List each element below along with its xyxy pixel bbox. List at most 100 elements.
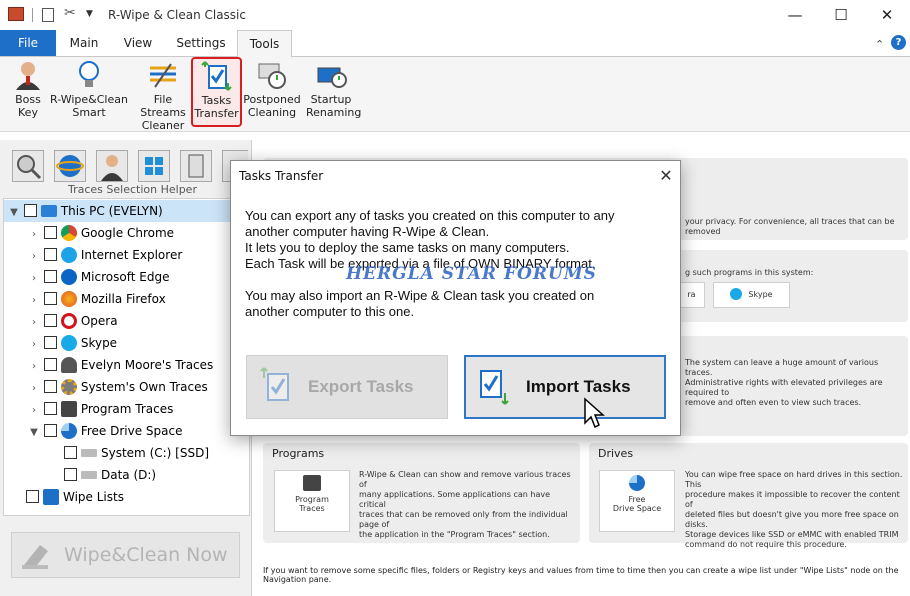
tab-view[interactable]: View [114, 30, 162, 56]
expand-icon[interactable]: › [28, 378, 40, 400]
checkbox[interactable] [43, 336, 57, 349]
free-drive-space-tile[interactable]: Free Drive Space [599, 470, 675, 532]
smart-button[interactable]: R-Wipe&Clean Smart [50, 58, 128, 128]
tree-item-drive-d[interactable]: Data (D:) [4, 464, 249, 486]
expand-icon[interactable]: › [28, 290, 40, 312]
qat-properties-icon[interactable] [42, 8, 54, 22]
tree-item-system-traces[interactable]: › System's Own Traces [4, 376, 249, 398]
tree-item-label: Evelyn Moore's Traces [80, 358, 214, 372]
tree-item-edge[interactable]: › Microsoft Edge [4, 266, 249, 288]
close-button[interactable]: ✕ [864, 0, 910, 30]
tree-item-drive-c[interactable]: System (C:) [SSD] [4, 442, 249, 464]
tree-item-this-pc[interactable]: ▼ This PC (EVELYN) [4, 200, 249, 222]
tab-file[interactable]: File [0, 30, 56, 56]
tree-item-label: Internet Explorer [80, 248, 183, 262]
checkbox[interactable] [43, 248, 57, 261]
checkbox[interactable] [43, 292, 57, 305]
tree-item-program-traces[interactable]: › Program Traces [4, 398, 249, 420]
smart-label-2: Smart [72, 106, 106, 119]
tree-item-chrome[interactable]: › Google Chrome [4, 222, 249, 244]
qat-tools-icon[interactable]: ✂ [64, 5, 76, 21]
title-bar: ✂ ▼ R-Wipe & Clean Classic — ☐ ✕ [0, 0, 910, 30]
checkbox[interactable] [43, 314, 57, 327]
checkbox[interactable] [26, 490, 39, 503]
pie-chart-icon [60, 422, 77, 439]
file-streams-cleaner-button[interactable]: File Streams Cleaner [131, 58, 195, 132]
helper-magnifier-button[interactable] [12, 150, 44, 182]
startup-label-2: Renaming [306, 106, 362, 119]
helper-programs-button[interactable] [180, 150, 212, 182]
checkbox[interactable] [64, 468, 77, 481]
tile-label: Free [628, 495, 646, 504]
collapse-icon[interactable]: ▼ [28, 422, 40, 444]
import-tasks-label: Import Tasks [526, 377, 631, 396]
maximize-button[interactable]: ☐ [818, 0, 864, 30]
tree-item-label: Microsoft Edge [80, 270, 170, 284]
minimize-button[interactable]: — [772, 0, 818, 30]
app-icon[interactable] [8, 7, 24, 21]
boss-key-button[interactable]: Boss Key [10, 58, 46, 128]
tree-item-label: Data (D:) [101, 468, 157, 482]
helper-user-button[interactable] [96, 150, 128, 182]
system-text: The system can leave a huge amount of va… [685, 358, 900, 408]
postponed-cleaning-button[interactable]: Postponed Cleaning [243, 58, 301, 128]
helper-browser-button[interactable] [54, 150, 86, 182]
program-traces-tile[interactable]: Program Traces [274, 470, 350, 532]
tree-item-label: Skype [80, 336, 118, 350]
checkbox[interactable] [23, 204, 37, 217]
qat-dropdown-icon[interactable]: ▼ [86, 9, 93, 19]
expand-icon[interactable]: › [28, 334, 40, 356]
program-icon [60, 400, 77, 417]
tasks-transfer-icon [200, 61, 233, 91]
drives-text-line: command do not require this procedure. [685, 540, 847, 549]
system-text-line: The system can leave a huge amount of va… [685, 358, 879, 377]
tree-item-label: System (C:) [SSD] [101, 446, 209, 460]
opera-icon [60, 312, 77, 329]
checkbox[interactable] [64, 446, 77, 459]
collapse-icon[interactable]: ▼ [8, 202, 20, 224]
drive-icon [81, 470, 97, 479]
helper-windows-button[interactable] [138, 150, 170, 182]
dialog-close-button[interactable]: ✕ [654, 164, 678, 188]
tree-item-free-drive-space[interactable]: ▼ Free Drive Space [4, 420, 249, 442]
expand-icon[interactable]: › [28, 224, 40, 246]
collapse-ribbon-icon[interactable]: ⌃ [875, 38, 884, 51]
tree-item-user-traces[interactable]: › Evelyn Moore's Traces [4, 354, 249, 376]
expand-icon[interactable]: › [28, 246, 40, 268]
help-icon[interactable]: ? [891, 35, 906, 50]
startup-renaming-button[interactable]: Startup Renaming [306, 58, 361, 128]
checkbox[interactable] [43, 424, 57, 437]
tasks-transfer-button[interactable]: Tasks Transfer [191, 57, 242, 127]
tab-settings[interactable]: Settings [170, 30, 232, 56]
expand-icon[interactable]: › [28, 356, 40, 378]
programs-title: Programs [272, 447, 325, 460]
tree-item-wipe-lists[interactable]: Wipe Lists [4, 486, 249, 508]
checkbox[interactable] [43, 402, 57, 415]
tab-main[interactable]: Main [60, 30, 108, 56]
drives-text-line: deleted files but doesn't give you more … [685, 510, 899, 529]
boss-key-icon [12, 60, 44, 90]
expand-icon[interactable]: › [28, 268, 40, 290]
checkbox[interactable] [43, 358, 57, 371]
checkbox[interactable] [43, 226, 57, 239]
wipe-clean-now-button[interactable]: Wipe&Clean Now [11, 532, 240, 578]
traces-helper-label: Traces Selection Helper [68, 183, 197, 196]
boss-key-label-2: Key [18, 106, 38, 119]
expand-icon[interactable]: › [28, 312, 40, 334]
opera-tile[interactable]: ra [678, 282, 705, 308]
tree-item-firefox[interactable]: › Mozilla Firefox [4, 288, 249, 310]
program-traces-icon [303, 475, 321, 491]
tree-item-skype[interactable]: › Skype [4, 332, 249, 354]
import-tasks-button[interactable]: Import Tasks [464, 355, 666, 419]
skype-tile[interactable]: Skype [713, 282, 790, 308]
skype-tile-label: Skype [748, 290, 773, 299]
tree-item-opera[interactable]: › Opera [4, 310, 249, 332]
drive-icon [81, 448, 97, 457]
tree-item-internet-explorer[interactable]: › Internet Explorer [4, 244, 249, 266]
tab-tools[interactable]: Tools [237, 30, 292, 57]
export-tasks-button[interactable]: Export Tasks [246, 355, 448, 419]
expand-icon[interactable]: › [28, 400, 40, 422]
checkbox[interactable] [43, 270, 57, 283]
checkbox[interactable] [43, 380, 57, 393]
tree-item-label: This PC (EVELYN) [60, 204, 163, 218]
